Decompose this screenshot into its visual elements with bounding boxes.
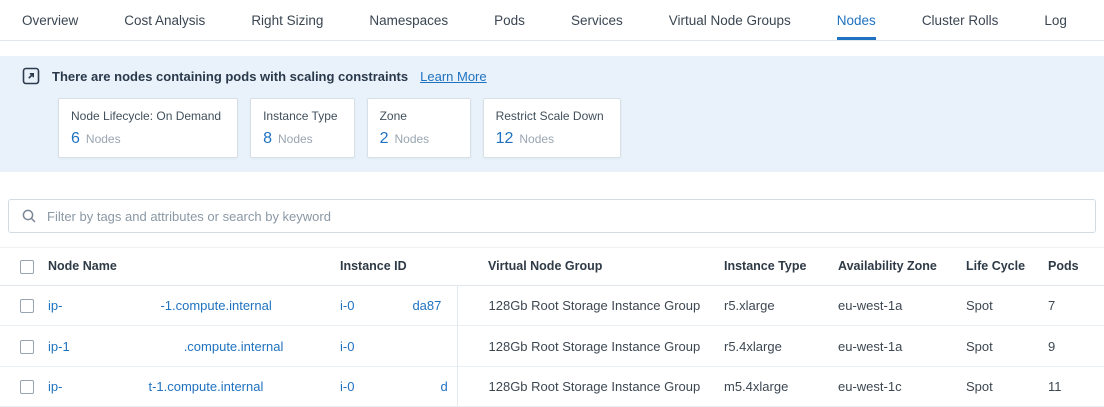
virtual-node-group-cell: 128Gb Root Storage Instance Group [457, 366, 724, 407]
col-header-node-name: Node Name [48, 248, 340, 286]
instance-type-cell: m5.4xlarge [724, 366, 838, 407]
table-row: ip-t-1.compute.internal i-0d 128Gb Root … [0, 366, 1104, 407]
virtual-node-group-cell: 128Gb Root Storage Instance Group [457, 326, 724, 367]
availability-zone-cell: eu-west-1a [838, 285, 966, 326]
pods-cell: 9 [1048, 326, 1104, 367]
instance-id-link[interactable]: i-0da87 [340, 298, 441, 313]
card-title: Restrict Scale Down [496, 109, 604, 123]
card-unit: Nodes [519, 132, 554, 146]
tab-overview[interactable]: Overview [22, 0, 78, 40]
table-row: ip--1.compute.internal i-0da87 128Gb Roo… [0, 285, 1104, 326]
life-cycle-cell: Spot [966, 366, 1048, 407]
row-checkbox[interactable] [20, 380, 34, 394]
card-unit: Nodes [86, 132, 121, 146]
tab-nodes[interactable]: Nodes [837, 0, 876, 40]
col-header-pods: Pods [1048, 248, 1104, 286]
card-restrict-scale-down[interactable]: Restrict Scale Down 12 Nodes [483, 98, 621, 158]
nodes-table: Node Name Instance ID Virtual Node Group… [0, 247, 1104, 407]
table-row: ip-1.compute.internal i-0 128Gb Root Sto… [0, 326, 1104, 367]
col-header-virtual-node-group: Virtual Node Group [457, 248, 724, 286]
search-icon [21, 208, 37, 224]
col-header-instance-type: Instance Type [724, 248, 838, 286]
instance-id-link[interactable]: i-0 [340, 339, 430, 354]
card-unit: Nodes [394, 132, 429, 146]
card-count: 12 [496, 130, 514, 148]
availability-zone-cell: eu-west-1c [838, 366, 966, 407]
card-count: 6 [71, 130, 80, 148]
node-name-link[interactable]: ip-1.compute.internal [48, 339, 283, 354]
cluster-tab-bar: Overview Cost Analysis Right Sizing Name… [0, 0, 1104, 41]
redacted-segment [62, 381, 148, 391]
pods-cell: 11 [1048, 366, 1104, 407]
node-name-link[interactable]: ip--1.compute.internal [48, 298, 272, 313]
card-zone[interactable]: Zone 2 Nodes [367, 98, 471, 158]
select-all-checkbox[interactable] [20, 260, 34, 274]
col-header-instance-id: Instance ID [340, 248, 457, 286]
card-title: Node Lifecycle: On Demand [71, 109, 221, 123]
scaling-constraints-banner: There are nodes containing pods with sca… [0, 56, 1104, 172]
life-cycle-cell: Spot [966, 285, 1048, 326]
tab-cluster-rolls[interactable]: Cluster Rolls [922, 0, 999, 40]
tab-namespaces[interactable]: Namespaces [369, 0, 448, 40]
virtual-node-group-cell: 128Gb Root Storage Instance Group [457, 285, 724, 326]
redacted-segment [354, 381, 440, 391]
card-count: 8 [263, 130, 272, 148]
row-checkbox[interactable] [20, 340, 34, 354]
redacted-segment [62, 300, 160, 310]
redacted-segment [70, 341, 184, 351]
card-node-lifecycle[interactable]: Node Lifecycle: On Demand 6 Nodes [58, 98, 238, 158]
tab-virtual-node-groups[interactable]: Virtual Node Groups [669, 0, 791, 40]
card-instance-type[interactable]: Instance Type 8 Nodes [250, 98, 355, 158]
instance-type-cell: r5.4xlarge [724, 326, 838, 367]
instance-id-link[interactable]: i-0d [340, 379, 448, 394]
constraint-cards: Node Lifecycle: On Demand 6 Nodes Instan… [58, 98, 1082, 158]
redacted-segment [354, 341, 430, 351]
table-header-row: Node Name Instance ID Virtual Node Group… [0, 248, 1104, 286]
row-checkbox[interactable] [20, 299, 34, 313]
learn-more-link[interactable]: Learn More [420, 69, 486, 84]
availability-zone-cell: eu-west-1a [838, 326, 966, 367]
scaling-constraint-icon [22, 67, 40, 85]
tab-right-sizing[interactable]: Right Sizing [251, 0, 323, 40]
tab-log[interactable]: Log [1044, 0, 1067, 40]
filter-bar[interactable] [8, 199, 1096, 233]
instance-type-cell: r5.xlarge [724, 285, 838, 326]
tab-pods[interactable]: Pods [494, 0, 525, 40]
col-header-availability-zone: Availability Zone [838, 248, 966, 286]
redacted-segment [354, 300, 412, 310]
card-title: Instance Type [263, 109, 338, 123]
card-count: 2 [380, 130, 389, 148]
tab-cost-analysis[interactable]: Cost Analysis [124, 0, 205, 40]
search-input[interactable] [45, 208, 1083, 225]
banner-message: There are nodes containing pods with sca… [52, 69, 408, 84]
node-name-link[interactable]: ip-t-1.compute.internal [48, 379, 263, 394]
card-title: Zone [380, 109, 454, 123]
card-unit: Nodes [278, 132, 313, 146]
pods-cell: 7 [1048, 285, 1104, 326]
tab-services[interactable]: Services [571, 0, 623, 40]
col-header-life-cycle: Life Cycle [966, 248, 1048, 286]
life-cycle-cell: Spot [966, 326, 1048, 367]
